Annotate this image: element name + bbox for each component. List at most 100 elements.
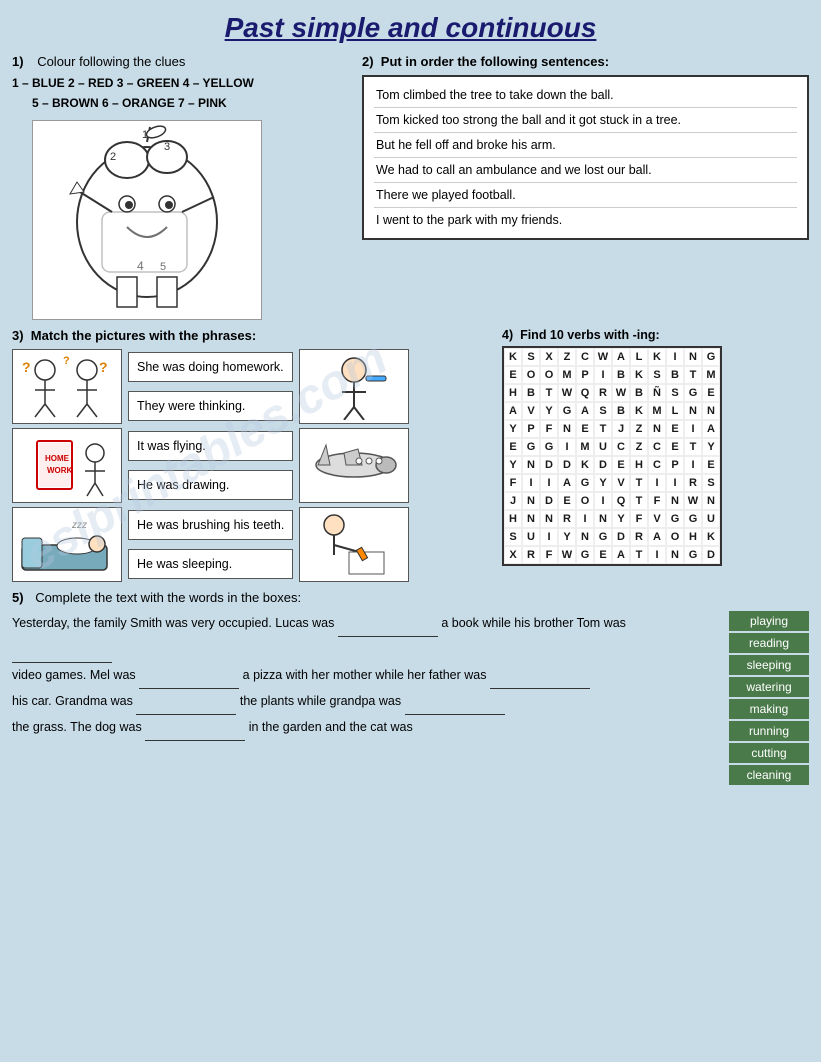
- ws-cell: V: [522, 402, 540, 420]
- svg-text:?: ?: [63, 355, 70, 367]
- ws-cell: G: [522, 438, 540, 456]
- ws-cell: R: [522, 546, 540, 564]
- fill-blank-2[interactable]: [12, 637, 112, 663]
- ws-cell: K: [504, 348, 522, 366]
- ws-cell: U: [702, 510, 720, 528]
- ws-cell: A: [504, 402, 522, 420]
- ws-cell: D: [612, 528, 630, 546]
- ws-cell: I: [594, 366, 612, 384]
- ws-cell: K: [630, 402, 648, 420]
- ws-cell: Y: [558, 528, 576, 546]
- ws-cell: E: [558, 492, 576, 510]
- fill-blank-3[interactable]: [139, 663, 239, 689]
- ws-cell: G: [558, 402, 576, 420]
- phrase-list: She was doing homework. They were thinki…: [128, 349, 293, 582]
- ws-cell: P: [576, 366, 594, 384]
- phrase-box: He was drawing.: [128, 470, 293, 500]
- ws-cell: I: [666, 474, 684, 492]
- ws-cell: I: [540, 474, 558, 492]
- ws-cell: N: [576, 528, 594, 546]
- ws-cell: G: [576, 474, 594, 492]
- ws-cell: R: [684, 474, 702, 492]
- ws-cell: E: [576, 420, 594, 438]
- ws-cell: F: [630, 510, 648, 528]
- ws-cell: H: [630, 456, 648, 474]
- ws-cell: N: [684, 402, 702, 420]
- word-cleaning: cleaning: [729, 765, 809, 785]
- sentences-box: Tom climbed the tree to take down the ba…: [362, 75, 809, 240]
- ws-cell: Q: [612, 492, 630, 510]
- fill-blank-4[interactable]: [490, 663, 590, 689]
- ws-cell: G: [684, 546, 702, 564]
- ws-cell: K: [576, 456, 594, 474]
- ws-cell: Y: [504, 456, 522, 474]
- ws-cell: C: [576, 348, 594, 366]
- ws-cell: S: [594, 402, 612, 420]
- ws-cell: J: [612, 420, 630, 438]
- ws-cell: Y: [594, 474, 612, 492]
- ws-cell: U: [594, 438, 612, 456]
- svg-text:WORK: WORK: [47, 466, 73, 475]
- ws-cell: D: [594, 456, 612, 474]
- svg-text:2: 2: [110, 151, 116, 163]
- ws-cell: T: [630, 474, 648, 492]
- ws-cell: R: [594, 384, 612, 402]
- ws-cell: N: [522, 456, 540, 474]
- phrase-box: She was doing homework.: [128, 352, 293, 382]
- ws-cell: X: [540, 348, 558, 366]
- ws-cell: D: [702, 546, 720, 564]
- fill-blank-5[interactable]: [136, 689, 236, 715]
- fill-blank-6[interactable]: [405, 689, 505, 715]
- phrase-box: They were thinking.: [128, 391, 293, 421]
- ws-cell: A: [576, 402, 594, 420]
- word-making: making: [729, 699, 809, 719]
- phrase-box: He was brushing his teeth.: [128, 510, 293, 540]
- ws-cell: N: [540, 510, 558, 528]
- ws-cell: M: [558, 366, 576, 384]
- word-cutting: cutting: [729, 743, 809, 763]
- word-running: running: [729, 721, 809, 741]
- ws-cell: I: [684, 456, 702, 474]
- ws-cell: F: [504, 474, 522, 492]
- ws-cell: T: [630, 492, 648, 510]
- ws-cell: T: [594, 420, 612, 438]
- ws-cell: N: [684, 348, 702, 366]
- ws-cell: O: [576, 492, 594, 510]
- ws-cell: N: [522, 510, 540, 528]
- ws-cell: L: [630, 348, 648, 366]
- svg-text:3: 3: [164, 141, 170, 153]
- ws-cell: E: [504, 366, 522, 384]
- fill-blank-7[interactable]: [145, 715, 245, 741]
- homework-pic: HOME WORK: [12, 428, 122, 503]
- ws-cell: Y: [504, 420, 522, 438]
- svg-text:1: 1: [142, 129, 148, 141]
- ws-cell: D: [540, 492, 558, 510]
- ws-cell: I: [648, 474, 666, 492]
- ws-cell: E: [702, 384, 720, 402]
- thinking-pic: ? ? ?: [12, 349, 122, 424]
- ws-cell: A: [702, 420, 720, 438]
- ws-cell: G: [702, 348, 720, 366]
- ws-cell: S: [666, 384, 684, 402]
- ws-cell: S: [504, 528, 522, 546]
- word-watering: watering: [729, 677, 809, 697]
- ws-cell: E: [594, 546, 612, 564]
- ws-cell: I: [648, 546, 666, 564]
- ws-cell: L: [666, 402, 684, 420]
- wordsearch-section: 4) Find 10 verbs with -ing: KSXZCWALKING…: [502, 328, 809, 582]
- ws-cell: N: [594, 510, 612, 528]
- ws-cell: E: [666, 438, 684, 456]
- sentence-row: There we played football.: [374, 183, 797, 208]
- phrase-box: He was sleeping.: [128, 549, 293, 579]
- ws-cell: B: [630, 384, 648, 402]
- fill-blank-1[interactable]: [338, 611, 438, 637]
- ws-cell: J: [504, 492, 522, 510]
- ws-cell: B: [666, 366, 684, 384]
- page-title: Past simple and continuous: [12, 12, 809, 44]
- ws-cell: I: [666, 348, 684, 366]
- sentence-row: I went to the park with my friends.: [374, 208, 797, 232]
- ws-cell: W: [684, 492, 702, 510]
- ws-cell: H: [684, 528, 702, 546]
- ws-cell: D: [540, 456, 558, 474]
- word-reading: reading: [729, 633, 809, 653]
